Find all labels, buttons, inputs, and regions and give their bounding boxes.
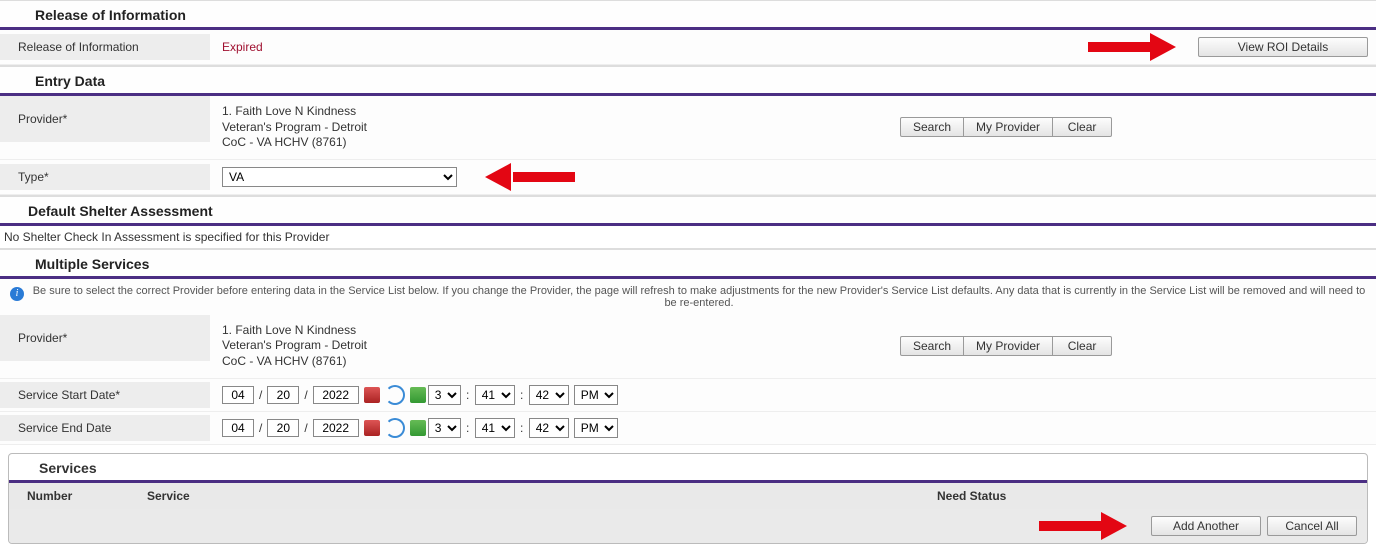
provider-line: 1. Faith Love N Kindness: [222, 323, 367, 339]
info-icon: i: [10, 287, 24, 301]
service-start-row: Service Start Date* / / 3 : 41 : 42 PM: [0, 379, 1376, 412]
end-hour-select[interactable]: 3: [428, 418, 461, 438]
end-minute-select[interactable]: 41: [475, 418, 515, 438]
entry-type-select[interactable]: VA: [222, 167, 457, 187]
roi-row-label: Release of Information: [0, 34, 210, 60]
shelter-section-title: Default Shelter Assessment: [0, 196, 1376, 223]
multi-provider-buttons: Search My Provider Clear: [900, 336, 1112, 356]
roi-section-title: Release of Information: [0, 0, 1376, 27]
clear-button[interactable]: Clear: [1052, 336, 1112, 356]
entry-type-label: Type*: [0, 164, 210, 190]
roi-status: Expired: [222, 40, 263, 54]
time-separator: :: [517, 388, 527, 402]
time-separator: :: [463, 421, 473, 435]
date-separator: /: [304, 421, 307, 435]
start-hour-select[interactable]: 3: [428, 385, 461, 405]
calendar-icon[interactable]: [364, 420, 380, 436]
multi-provider-value: 1. Faith Love N Kindness Veteran's Progr…: [222, 323, 367, 370]
service-end-row: Service End Date / / 3 : 41 : 42 PM: [0, 412, 1376, 445]
entry-provider-label: Provider*: [0, 96, 210, 142]
provider-line: 1. Faith Love N Kindness: [222, 104, 367, 120]
my-provider-button[interactable]: My Provider: [963, 117, 1053, 137]
col-need-status: Need Status: [937, 489, 1357, 503]
roi-row: Release of Information Expired View ROI …: [0, 30, 1376, 65]
entry-provider-row: Provider* 1. Faith Love N Kindness Veter…: [0, 96, 1376, 160]
provider-line: CoC - VA HCHV (8761): [222, 135, 367, 151]
time-separator: :: [463, 388, 473, 402]
multi-info-text: Be sure to select the correct Provider b…: [32, 285, 1366, 309]
entry-section-title: Entry Data: [0, 66, 1376, 93]
refresh-icon[interactable]: [385, 418, 405, 438]
service-start-label: Service Start Date*: [0, 382, 210, 408]
date-separator: /: [259, 421, 262, 435]
service-end-label: Service End Date: [0, 415, 210, 441]
shelter-note: No Shelter Check In Assessment is specif…: [0, 226, 1376, 248]
end-month-input[interactable]: [222, 419, 254, 437]
calendar-icon[interactable]: [364, 387, 380, 403]
provider-line: Veteran's Program - Detroit: [222, 338, 367, 354]
end-year-input[interactable]: [313, 419, 359, 437]
annotation-arrow-right: [1039, 515, 1129, 537]
date-separator: /: [259, 388, 262, 402]
multi-info-row: i Be sure to select the correct Provider…: [0, 279, 1376, 315]
start-minute-select[interactable]: 41: [475, 385, 515, 405]
end-ampm-select[interactable]: PM: [574, 418, 618, 438]
provider-line: CoC - VA HCHV (8761): [222, 354, 367, 370]
view-roi-details-button[interactable]: View ROI Details: [1198, 37, 1368, 57]
col-number: Number: [27, 489, 147, 503]
calendar-green-icon[interactable]: [410, 387, 426, 403]
entry-provider-buttons: Search My Provider Clear: [900, 117, 1112, 137]
my-provider-button[interactable]: My Provider: [963, 336, 1053, 356]
calendar-green-icon[interactable]: [410, 420, 426, 436]
add-another-button[interactable]: Add Another: [1151, 516, 1261, 536]
multi-provider-row: Provider* 1. Faith Love N Kindness Veter…: [0, 315, 1376, 379]
start-ampm-select[interactable]: PM: [574, 385, 618, 405]
start-year-input[interactable]: [313, 386, 359, 404]
start-second-select[interactable]: 42: [529, 385, 569, 405]
start-day-input[interactable]: [267, 386, 299, 404]
clear-button[interactable]: Clear: [1052, 117, 1112, 137]
time-separator: :: [517, 421, 527, 435]
search-button[interactable]: Search: [900, 117, 964, 137]
entry-provider-value: 1. Faith Love N Kindness Veteran's Progr…: [222, 104, 367, 151]
annotation-arrow-right: [1088, 36, 1178, 58]
search-button[interactable]: Search: [900, 336, 964, 356]
services-title: Services: [9, 454, 1367, 480]
provider-line: Veteran's Program - Detroit: [222, 120, 367, 136]
date-separator: /: [304, 388, 307, 402]
cancel-all-button[interactable]: Cancel All: [1267, 516, 1357, 536]
services-footer: Add Another Cancel All: [9, 509, 1367, 543]
refresh-icon[interactable]: [385, 385, 405, 405]
end-day-input[interactable]: [267, 419, 299, 437]
entry-type-row: Type* VA: [0, 160, 1376, 195]
multi-section-title: Multiple Services: [0, 249, 1376, 276]
col-service: Service: [147, 489, 937, 503]
services-box: Services Number Service Need Status Add …: [8, 453, 1368, 544]
services-header: Number Service Need Status: [9, 483, 1367, 509]
annotation-arrow-left: [485, 166, 575, 188]
end-second-select[interactable]: 42: [529, 418, 569, 438]
multi-provider-label: Provider*: [0, 315, 210, 361]
start-month-input[interactable]: [222, 386, 254, 404]
